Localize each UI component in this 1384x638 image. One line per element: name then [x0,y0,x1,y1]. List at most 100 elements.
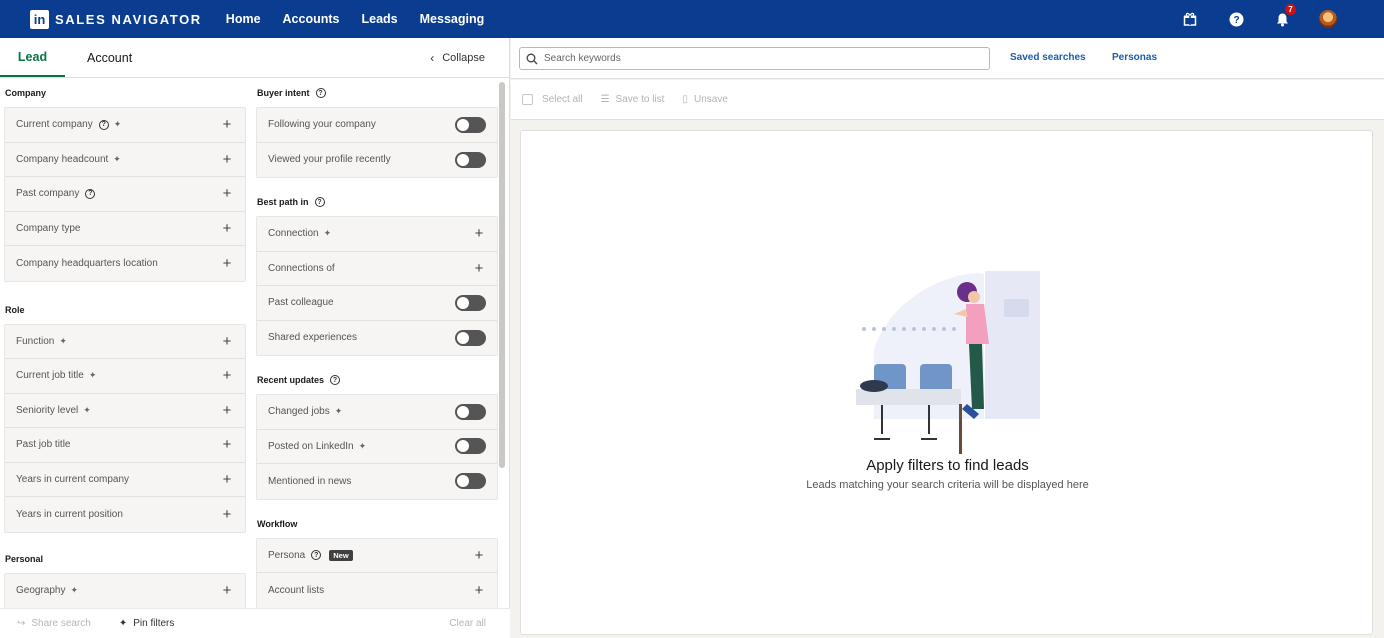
help-icon: ? [314,197,325,207]
pin-filters-button[interactable]: ✦ Pin filters [119,618,175,629]
plus-icon[interactable]: + [472,582,486,599]
filter-posted-on-linkedin[interactable]: Posted on LinkedIn ✦ [257,429,497,464]
plus-icon[interactable]: + [220,471,234,488]
linkedin-logo-icon: in [30,9,49,29]
filter-connection[interactable]: Connection ✦ + [257,217,497,252]
nav-leads[interactable]: Leads [361,12,397,26]
chevron-left-icon: ‹ [430,51,435,65]
unsave-button[interactable]: ▯ Unsave [682,94,727,105]
plus-icon[interactable]: + [220,151,234,168]
filter-geography[interactable]: Geography ✦ + [5,573,245,608]
plus-icon[interactable]: + [472,225,486,242]
filter-mentioned-in-news[interactable]: Mentioned in news [257,464,497,499]
filter-seniority-level[interactable]: Seniority level ✦ + [5,393,245,428]
toggle-switch[interactable] [455,116,486,133]
plus-icon[interactable]: + [220,402,234,419]
toggle-switch[interactable] [455,294,486,311]
filter-company-hq-location[interactable]: Company headquarters location + [5,246,245,281]
filter-connections-of[interactable]: Connections of + [257,251,497,286]
help-icon: ? [98,119,109,130]
filter-scrollbar[interactable] [499,82,505,468]
saved-searches-link[interactable]: Saved searches [1010,52,1086,63]
plus-icon[interactable]: + [220,220,234,237]
share-search-button[interactable]: ↪ Share search [17,618,91,629]
filter-following-your-company[interactable]: Following your company [257,108,497,143]
notifications-bell-icon[interactable]: 7 [1272,4,1296,29]
filter-past-company[interactable]: Past company? + [5,177,245,212]
brand-name: SALES NAVIGATOR [55,11,202,27]
toggle-switch[interactable] [455,438,486,455]
notification-count-badge: 7 [1285,4,1296,15]
filter-panel: Lead Account ‹ Collapse Company Current … [0,38,510,638]
toggle-switch[interactable] [455,403,486,420]
nav-accounts[interactable]: Accounts [283,12,340,26]
filter-persona[interactable]: Persona? New + [257,538,497,573]
pin-icon[interactable]: ✦ [89,370,97,381]
logo[interactable]: in SALES NAVIGATOR [30,9,202,29]
help-icon[interactable]: ? [1226,9,1246,29]
plus-icon[interactable]: + [220,333,234,350]
collapse-button[interactable]: ‹ Collapse [430,38,485,78]
filter-changed-jobs[interactable]: Changed jobs ✦ [257,395,497,430]
section-best-path: Best path in? [256,188,498,216]
pin-icon[interactable]: ✦ [114,119,122,130]
plus-icon[interactable]: + [472,547,486,564]
search-bar: Search keywords Saved searches Personas [511,38,1384,79]
filter-current-company[interactable]: Current company? ✦ + [5,108,245,143]
svg-text:?: ? [1233,15,1239,26]
toggle-switch[interactable] [455,473,486,490]
gift-icon[interactable] [1180,9,1200,29]
clear-all-button[interactable]: Clear all [449,618,486,629]
plus-icon[interactable]: + [220,506,234,523]
plus-icon[interactable]: + [220,582,234,599]
nav-messaging[interactable]: Messaging [420,12,485,26]
section-company: Company [5,88,47,98]
pin-icon[interactable]: ✦ [113,154,121,165]
plus-icon[interactable]: + [220,116,234,133]
filter-account-lists[interactable]: Account lists + [257,573,497,608]
collapse-label: Collapse [442,52,485,64]
personas-link[interactable]: Personas [1112,52,1157,63]
filter-years-in-current-position[interactable]: Years in current position + [5,497,245,532]
pin-icon[interactable]: ✦ [59,336,67,347]
filter-past-job-title[interactable]: Past job title + [5,428,245,463]
tab-account[interactable]: Account [87,38,132,77]
section-recent-updates: Recent updates? [256,366,498,394]
pin-icon[interactable]: ✦ [324,228,332,239]
search-input[interactable]: Search keywords [519,47,990,70]
filter-company-type[interactable]: Company type + [5,211,245,246]
plus-icon[interactable]: + [220,255,234,272]
filter-function[interactable]: Function ✦ + [5,324,245,359]
plus-icon[interactable]: + [472,260,486,277]
nav-home[interactable]: Home [226,12,261,26]
section-buyer-intent: Buyer intent? [256,79,498,107]
plus-icon[interactable]: + [220,436,234,453]
bookmark-icon: ▯ [682,94,688,105]
filter-past-colleague[interactable]: Past colleague [257,286,497,321]
section-role: Role [5,304,25,315]
filter-company-headcount[interactable]: Company headcount ✦ + [5,142,245,177]
results-panel: Apply filters to find leads Leads matchi… [520,130,1373,635]
tab-lead[interactable]: Lead [0,38,65,77]
plus-icon[interactable]: + [220,367,234,384]
plus-icon[interactable]: + [220,185,234,202]
help-icon: ? [85,188,96,199]
filter-current-job-title[interactable]: Current job title ✦ + [5,359,245,394]
empty-state-title: Apply filters to find leads [866,457,1029,474]
search-icon [526,53,538,64]
pin-icon[interactable]: ✦ [70,585,78,596]
pin-icon[interactable]: ✦ [335,406,343,417]
pin-icon[interactable]: ✦ [83,405,91,416]
filter-shared-experiences[interactable]: Shared experiences [257,320,497,355]
filter-years-in-current-company[interactable]: Years in current company + [5,462,245,497]
pin-icon: ✦ [118,618,128,629]
pin-icon[interactable]: ✦ [359,441,367,452]
toggle-switch[interactable] [455,151,486,168]
section-workflow: Workflow [257,518,298,529]
save-to-list-button[interactable]: ☰ Save to list [601,94,665,105]
toggle-switch[interactable] [455,329,486,346]
help-icon: ? [315,88,326,98]
avatar[interactable] [1318,9,1338,29]
select-all-checkbox[interactable]: Select all [522,94,583,105]
filter-viewed-profile[interactable]: Viewed your profile recently [257,142,497,177]
